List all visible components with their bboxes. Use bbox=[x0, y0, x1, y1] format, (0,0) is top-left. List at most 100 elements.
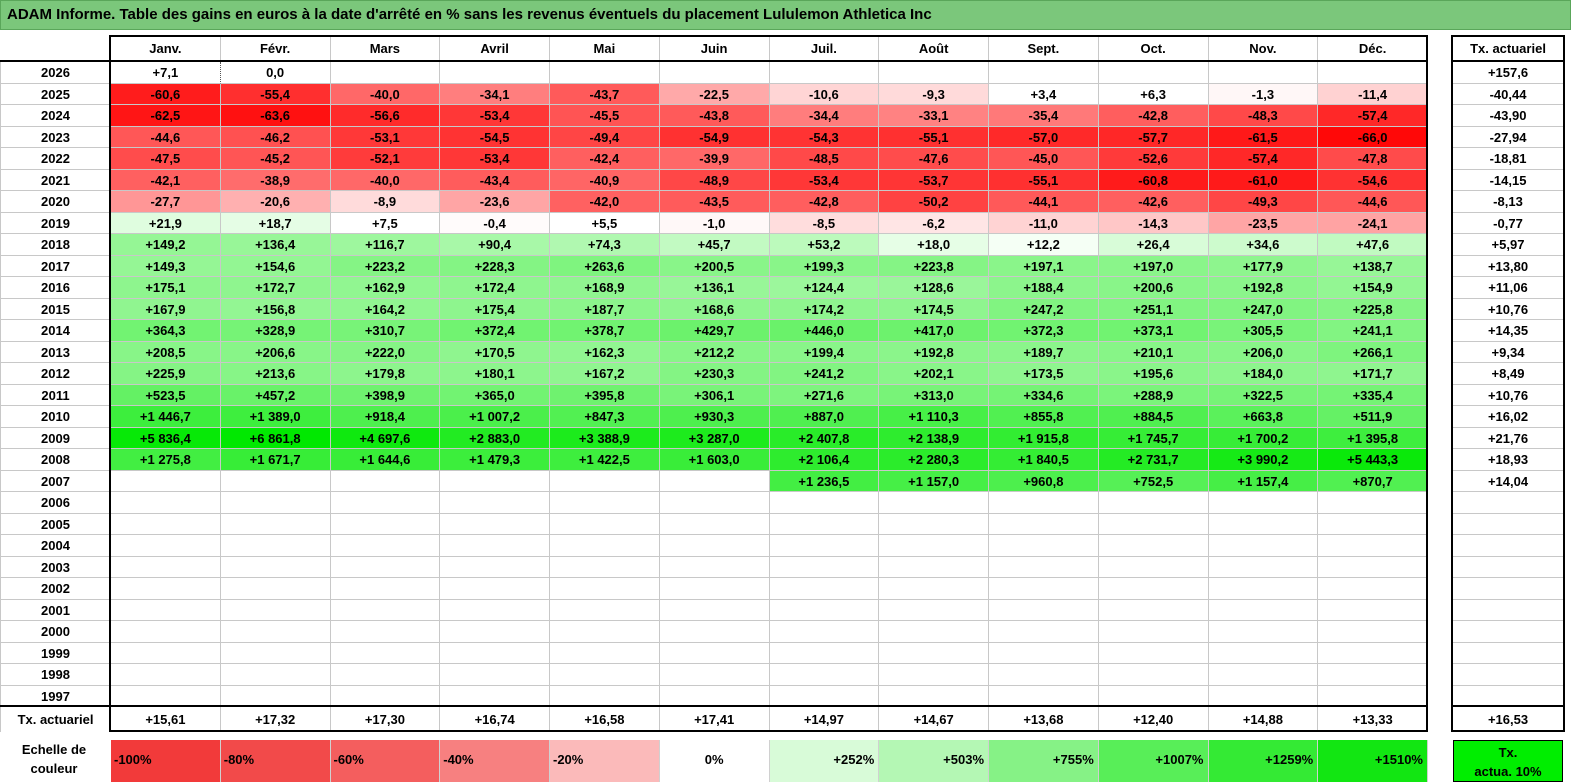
table-cell: +247,0 bbox=[1208, 298, 1319, 320]
year-label: 2001 bbox=[0, 600, 111, 621]
table-cell: +164,2 bbox=[330, 298, 441, 320]
row-tx-value: +21,76 bbox=[1453, 428, 1563, 449]
year-label: 2013 bbox=[0, 342, 111, 363]
table-cell bbox=[111, 556, 221, 578]
table-cell: +378,7 bbox=[550, 320, 660, 342]
table-cell: +457,2 bbox=[220, 384, 331, 406]
year-label: 2006 bbox=[0, 492, 111, 514]
year-label: 2008 bbox=[0, 449, 111, 471]
table-cell: +174,5 bbox=[879, 298, 989, 320]
table-cell: +230,3 bbox=[659, 363, 770, 385]
table-cell: +206,6 bbox=[220, 341, 331, 363]
table-cell: -44,6 bbox=[1318, 191, 1428, 213]
table-cell: +266,1 bbox=[1318, 341, 1428, 363]
table-cell bbox=[659, 642, 770, 664]
header-divider bbox=[0, 60, 1428, 62]
footer-tx-value: +17,41 bbox=[660, 707, 770, 732]
row-tx-value: +11,06 bbox=[1453, 277, 1563, 299]
footer-divider bbox=[0, 705, 1428, 707]
table-cell bbox=[1318, 621, 1428, 643]
table-cell: +887,0 bbox=[769, 406, 880, 428]
year-label: 2023 bbox=[0, 127, 111, 148]
table-cell: +206,0 bbox=[1208, 341, 1319, 363]
table-cell: -54,6 bbox=[1318, 169, 1428, 191]
table-cell: +241,2 bbox=[769, 363, 880, 385]
year-label: 2014 bbox=[0, 320, 111, 342]
table-cell: +960,8 bbox=[989, 470, 1099, 492]
table-cell: +45,7 bbox=[659, 234, 770, 256]
table-cell bbox=[769, 685, 880, 707]
table-cell: +523,5 bbox=[111, 384, 221, 406]
color-scale-step: +503% bbox=[879, 740, 989, 782]
table-cell: +222,0 bbox=[330, 341, 441, 363]
month-header: Sept. bbox=[989, 36, 1099, 61]
table-cell: -38,9 bbox=[220, 169, 331, 191]
table-cell: +2 731,7 bbox=[1098, 449, 1209, 471]
table-cell: +188,4 bbox=[989, 277, 1099, 299]
month-header: Févr. bbox=[221, 36, 331, 61]
table-cell bbox=[879, 599, 989, 621]
year-label: 2022 bbox=[0, 148, 111, 170]
table-cell bbox=[111, 513, 221, 535]
table-cell bbox=[111, 685, 221, 707]
table-cell: +305,5 bbox=[1208, 320, 1319, 342]
table-cell bbox=[659, 578, 770, 600]
color-scale-step: -20% bbox=[550, 740, 660, 782]
table-cell: +1 446,7 bbox=[111, 406, 221, 428]
table-cell: +154,6 bbox=[220, 255, 331, 277]
table-cell: +192,8 bbox=[1208, 277, 1319, 299]
table-cell: +167,2 bbox=[550, 363, 660, 385]
footer-tx-value: +15,61 bbox=[111, 707, 221, 732]
footer-tx-value: +16,74 bbox=[440, 707, 550, 732]
table-cell: -6,2 bbox=[879, 212, 989, 234]
table-cell: +225,9 bbox=[111, 363, 221, 385]
table-cell bbox=[330, 470, 441, 492]
table-cell: +334,6 bbox=[989, 384, 1099, 406]
table-cell: +398,9 bbox=[330, 384, 441, 406]
table-cell: +310,7 bbox=[330, 320, 441, 342]
year-label: 2003 bbox=[0, 557, 111, 578]
row-tx-value: +14,04 bbox=[1453, 471, 1563, 492]
table-cell: -9,3 bbox=[879, 83, 989, 105]
table-cell: -11,4 bbox=[1318, 83, 1428, 105]
table-cell: -22,5 bbox=[659, 83, 770, 105]
table-cell: -39,9 bbox=[659, 148, 770, 170]
table-cell: -47,5 bbox=[111, 148, 221, 170]
table-cell: +2 883,0 bbox=[440, 427, 550, 449]
table-cell: +241,1 bbox=[1318, 320, 1428, 342]
page-title: ADAM Informe. Table des gains en euros à… bbox=[0, 0, 1571, 30]
table-cell: +1 110,3 bbox=[879, 406, 989, 428]
table-cell: -49,3 bbox=[1208, 191, 1319, 213]
table-cell: +306,1 bbox=[659, 384, 770, 406]
table-cell: -44,1 bbox=[989, 191, 1099, 213]
table-cell: -10,6 bbox=[769, 83, 880, 105]
year-label: 2025 bbox=[0, 84, 111, 105]
table-cell: +208,5 bbox=[111, 341, 221, 363]
row-tx-value: +13,80 bbox=[1453, 256, 1563, 277]
table-cell: +1 745,7 bbox=[1098, 427, 1209, 449]
table-cell: +372,4 bbox=[440, 320, 550, 342]
row-tx-value: -27,94 bbox=[1453, 127, 1563, 148]
table-cell: +200,5 bbox=[659, 255, 770, 277]
year-label: 2002 bbox=[0, 578, 111, 600]
table-cell bbox=[1208, 621, 1319, 643]
footer-label: Tx. actuariel bbox=[17, 712, 94, 727]
table-cell bbox=[550, 492, 660, 514]
table-cell bbox=[1208, 556, 1319, 578]
table-cell bbox=[220, 556, 331, 578]
table-cell bbox=[659, 556, 770, 578]
month-header: Mai bbox=[550, 36, 660, 61]
year-label: 2015 bbox=[0, 299, 111, 320]
table-cell bbox=[220, 513, 331, 535]
table-cell bbox=[1098, 685, 1209, 707]
row-tx-value bbox=[1453, 578, 1563, 600]
table-cell bbox=[1318, 556, 1428, 578]
table-cell bbox=[1098, 578, 1209, 600]
table-cell: +34,6 bbox=[1208, 234, 1319, 256]
table-cell bbox=[330, 492, 441, 514]
table-cell: +1 700,2 bbox=[1208, 427, 1319, 449]
table-cell: -54,5 bbox=[440, 126, 550, 148]
table-cell: +373,1 bbox=[1098, 320, 1209, 342]
table-cell bbox=[1208, 578, 1319, 600]
table-cell bbox=[440, 621, 550, 643]
